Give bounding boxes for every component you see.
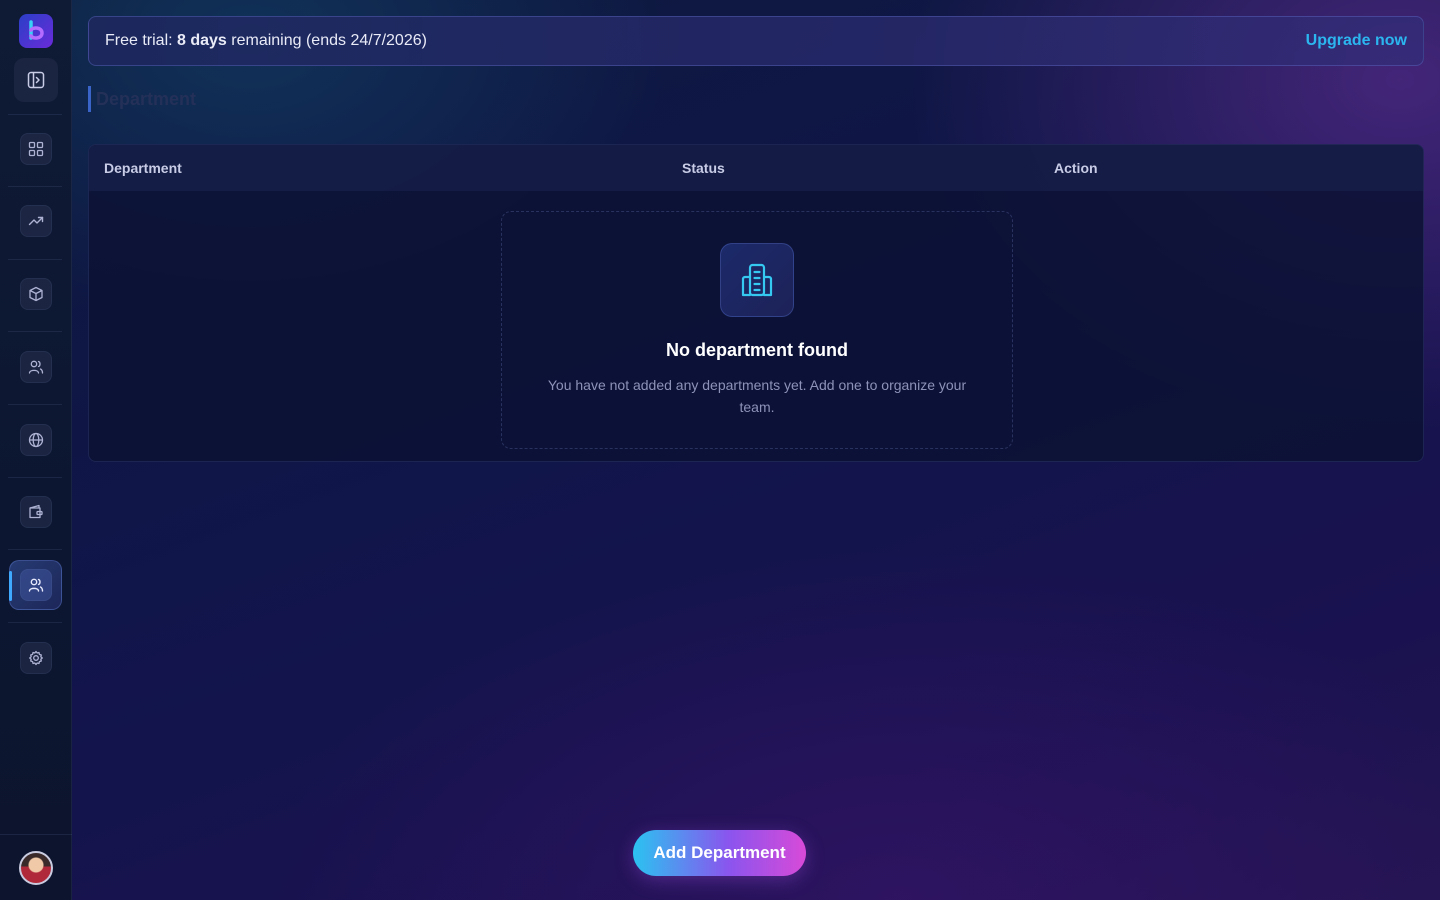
sidebar-item-web[interactable]	[20, 424, 52, 456]
wallet-icon	[28, 504, 44, 520]
brand-logo-icon[interactable]	[19, 14, 53, 48]
column-header-department[interactable]: Department	[104, 145, 182, 191]
sidebar	[0, 0, 72, 900]
sidebar-divider	[8, 404, 62, 405]
sidebar-item-settings[interactable]	[20, 642, 52, 674]
sidebar-divider	[8, 114, 62, 115]
empty-state: No department found You have not added a…	[501, 211, 1013, 449]
sidebar-item-analytics[interactable]	[20, 205, 52, 237]
trial-days: 8 days	[177, 32, 227, 49]
page-title: Department	[88, 86, 196, 112]
sidebar-item-team[interactable]	[20, 569, 52, 601]
sidebar-divider	[0, 834, 72, 835]
sidebar-divider	[8, 549, 62, 550]
sidebar-item-products[interactable]	[20, 278, 52, 310]
building-icon	[720, 243, 794, 317]
department-table: Department Status Action No department f…	[88, 144, 1424, 462]
table-header: Department Status Action	[89, 145, 1423, 191]
sidebar-toggle-icon	[27, 71, 45, 89]
column-header-action[interactable]: Action	[1054, 145, 1098, 191]
trial-message: Free trial: 8 days remaining (ends 24/7/…	[105, 32, 427, 50]
upgrade-now-link[interactable]: Upgrade now	[1306, 32, 1407, 50]
add-department-button[interactable]: Add Department	[633, 830, 806, 876]
dashboard-grid-icon	[28, 141, 44, 157]
trending-up-icon	[28, 213, 44, 229]
sidebar-divider	[8, 622, 62, 623]
column-header-status[interactable]: Status	[682, 145, 725, 191]
package-box-icon	[28, 286, 44, 302]
trial-banner: Free trial: 8 days remaining (ends 24/7/…	[88, 16, 1424, 66]
trial-suffix: remaining (ends 24/7/2026)	[226, 32, 427, 49]
empty-state-title: No department found	[666, 340, 848, 360]
users-icon	[28, 359, 44, 375]
user-avatar[interactable]	[19, 851, 53, 885]
sidebar-divider	[8, 186, 62, 187]
trial-prefix: Free trial:	[105, 32, 178, 49]
sidebar-toggle-button[interactable]	[14, 58, 58, 102]
sidebar-divider	[8, 331, 62, 332]
sidebar-item-users[interactable]	[20, 351, 52, 383]
sidebar-divider	[8, 259, 62, 260]
settings-gear-icon	[28, 650, 44, 666]
globe-icon	[28, 432, 44, 448]
sidebar-item-dashboard[interactable]	[20, 133, 52, 165]
sidebar-item-wallet[interactable]	[20, 496, 52, 528]
sidebar-divider	[8, 477, 62, 478]
empty-state-description: You have not added any departments yet. …	[547, 377, 967, 415]
team-icon	[28, 577, 44, 593]
